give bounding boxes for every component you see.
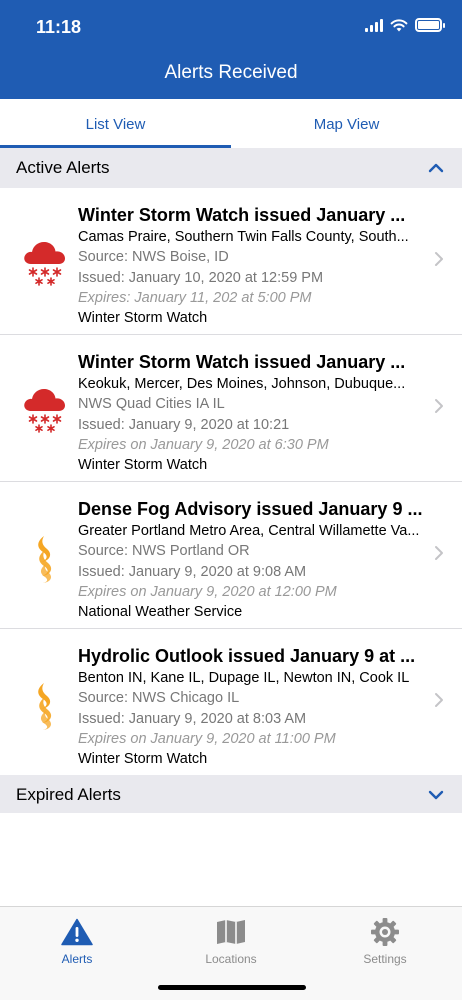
alert-item[interactable]: Winter Storm Watch issued January ... Ca… (0, 188, 462, 335)
tabbar-alerts[interactable]: Alerts (0, 907, 154, 1000)
alert-title: Winter Storm Watch issued January ... (78, 205, 406, 225)
alert-text: Winter Storm Watch issued January ... Ca… (78, 203, 426, 328)
status-icons (365, 18, 445, 32)
alert-issued: Issued: January 9, 2020 at 8:03 AM (78, 710, 307, 727)
alert-title: Hydrolic Outlook issued January 9 at ... (78, 646, 416, 666)
tabbar-settings[interactable]: Settings (308, 907, 462, 1000)
alert-areas: Camas Praire, Southern Twin Falls County… (78, 229, 409, 245)
alert-title: Winter Storm Watch issued January ... (78, 352, 406, 372)
alert-source: Source: NWS Portland OR (78, 543, 250, 560)
alert-expires: Expires on January 9, 2020 at 6:30 PM (78, 436, 329, 453)
empty-list-area (0, 813, 462, 907)
chevron-right-icon (435, 546, 443, 560)
home-indicator (158, 985, 306, 990)
alert-title: Dense Fog Advisory issued January 9 ... (78, 499, 423, 519)
alert-issued: Issued: January 9, 2020 at 9:08 AM (78, 563, 307, 580)
alert-item[interactable]: Hydrolic Outlook issued January 9 at ...… (0, 629, 462, 776)
tabbar-settings-label: Settings (363, 952, 407, 966)
app-header: 11:18 Alerts Received (0, 0, 462, 99)
expired-alerts-label: Expired Alerts (16, 785, 121, 804)
fog-icon (38, 683, 52, 730)
alert-event: Winter Storm Watch (78, 457, 208, 474)
tabbar-alerts-label: Alerts (61, 952, 93, 966)
alert-text: Dense Fog Advisory issued January 9 ... … (78, 497, 426, 622)
page-title: Alerts Received (164, 62, 298, 83)
alert-expires: Expires on January 9, 2020 at 12:00 PM (78, 583, 337, 600)
view-tabs: List View Map View (0, 99, 462, 148)
alert-text: Winter Storm Watch issued January ... Ke… (78, 350, 426, 475)
gear-icon (371, 918, 399, 946)
cellular-signal-icon (365, 18, 383, 32)
alert-areas: Keokuk, Mercer, Des Moines, Johnson, Dub… (78, 376, 406, 392)
alert-expires: Expires on January 9, 2020 at 11:00 PM (78, 730, 336, 747)
alert-areas: Greater Portland Metro Area, Central Wil… (78, 523, 420, 539)
wifi-icon (390, 19, 408, 32)
warning-triangle-icon (61, 918, 93, 946)
alert-areas: Benton IN, Kane IL, Dupage IL, Newton IN… (78, 670, 410, 686)
alert-event: Winter Storm Watch (78, 751, 208, 768)
alert-issued: Issued: January 9, 2020 at 10:21 (78, 416, 290, 433)
expired-alerts-header[interactable]: Expired Alerts (0, 775, 462, 815)
alert-expires: Expires: January 11, 202 at 5:00 PM (78, 289, 312, 306)
active-alerts-label: Active Alerts (16, 158, 110, 177)
alert-item[interactable]: Dense Fog Advisory issued January 9 ... … (0, 482, 462, 629)
chevron-up-icon[interactable] (428, 163, 444, 173)
chevron-right-icon (435, 399, 443, 413)
chevron-down-icon[interactable] (428, 790, 444, 800)
map-icon (217, 920, 245, 944)
alert-text: Hydrolic Outlook issued January 9 at ...… (78, 644, 426, 769)
tab-list-view[interactable]: List View (0, 99, 231, 148)
active-alerts-header[interactable]: Active Alerts (0, 148, 462, 188)
tab-map-view[interactable]: Map View (231, 99, 462, 148)
snow-cloud-icon (24, 389, 65, 433)
tabbar-locations-label: Locations (205, 952, 257, 966)
alert-item[interactable]: Winter Storm Watch issued January ... Ke… (0, 335, 462, 482)
alert-event: Winter Storm Watch (78, 310, 208, 327)
snow-cloud-icon (24, 242, 65, 286)
fog-icon (38, 536, 52, 583)
chevron-right-icon (435, 693, 443, 707)
alert-source: NWS Quad Cities IA IL (78, 396, 225, 413)
status-time: 11:18 (36, 17, 82, 37)
alert-source: Source: NWS Boise, ID (78, 249, 229, 266)
alert-issued: Issued: January 10, 2020 at 12:59 PM (78, 269, 324, 286)
chevron-right-icon (435, 252, 443, 266)
alert-source: Source: NWS Chicago IL (78, 690, 240, 707)
alert-event: National Weather Service (78, 604, 243, 621)
battery-icon (415, 18, 445, 32)
